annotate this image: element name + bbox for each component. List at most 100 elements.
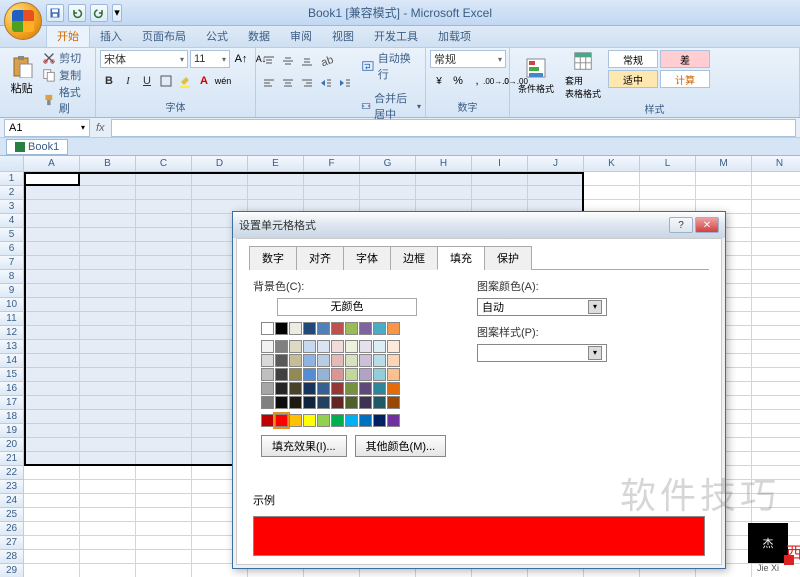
row-header[interactable]: 3: [0, 200, 24, 214]
cell[interactable]: [752, 256, 800, 270]
color-swatch[interactable]: [303, 322, 316, 335]
color-swatch[interactable]: [303, 396, 316, 409]
cell[interactable]: [136, 536, 192, 550]
qat-undo-icon[interactable]: [68, 4, 86, 22]
color-swatch[interactable]: [331, 354, 344, 367]
col-header[interactable]: I: [472, 156, 528, 172]
cell[interactable]: [752, 270, 800, 284]
cell[interactable]: [24, 480, 80, 494]
align-center-icon[interactable]: [279, 74, 297, 92]
color-swatch[interactable]: [345, 382, 358, 395]
qat-dropdown-icon[interactable]: ▾: [112, 4, 122, 22]
ribbon-tab-5[interactable]: 审阅: [280, 25, 322, 47]
wrap-text-button[interactable]: 自动换行: [361, 50, 421, 82]
row-header[interactable]: 11: [0, 312, 24, 326]
color-swatch[interactable]: [331, 322, 344, 335]
cell[interactable]: [80, 480, 136, 494]
color-swatch[interactable]: [359, 340, 372, 353]
cell[interactable]: [752, 298, 800, 312]
row-header[interactable]: 21: [0, 452, 24, 466]
color-swatch[interactable]: [289, 368, 302, 381]
cell[interactable]: [752, 410, 800, 424]
cell[interactable]: [752, 452, 800, 466]
dialog-tab[interactable]: 保护: [484, 246, 532, 270]
qat-redo-icon[interactable]: [90, 4, 108, 22]
cell[interactable]: [80, 522, 136, 536]
cell[interactable]: [24, 536, 80, 550]
color-swatch[interactable]: [373, 368, 386, 381]
cell[interactable]: [80, 508, 136, 522]
paste-button[interactable]: 粘贴: [4, 50, 39, 100]
col-header[interactable]: D: [192, 156, 248, 172]
bold-button[interactable]: B: [100, 72, 118, 90]
indent-dec-icon[interactable]: [317, 74, 335, 92]
row-header[interactable]: 13: [0, 340, 24, 354]
italic-button[interactable]: I: [119, 72, 137, 90]
cell[interactable]: [80, 466, 136, 480]
cell[interactable]: [24, 466, 80, 480]
color-swatch[interactable]: [261, 340, 274, 353]
merge-center-button[interactable]: 合并后居中▾: [361, 90, 421, 122]
color-swatch[interactable]: [275, 368, 288, 381]
align-bottom-icon[interactable]: [298, 52, 316, 70]
color-swatch[interactable]: [303, 354, 316, 367]
cell[interactable]: [136, 564, 192, 577]
color-swatch[interactable]: [387, 382, 400, 395]
color-swatch[interactable]: [387, 414, 400, 427]
color-swatch[interactable]: [373, 382, 386, 395]
cell[interactable]: [80, 536, 136, 550]
cell[interactable]: [752, 508, 800, 522]
color-swatch[interactable]: [275, 322, 288, 335]
color-swatch[interactable]: [373, 396, 386, 409]
cell[interactable]: [752, 424, 800, 438]
color-swatch[interactable]: [345, 414, 358, 427]
dialog-tab[interactable]: 填充: [437, 246, 485, 270]
ribbon-tab-4[interactable]: 数据: [238, 25, 280, 47]
color-swatch[interactable]: [373, 414, 386, 427]
cell[interactable]: [752, 480, 800, 494]
color-swatch[interactable]: [289, 340, 302, 353]
style-calc[interactable]: 计算: [660, 70, 710, 88]
color-swatch[interactable]: [373, 354, 386, 367]
col-header[interactable]: B: [80, 156, 136, 172]
cell[interactable]: [752, 438, 800, 452]
color-swatch[interactable]: [387, 340, 400, 353]
dialog-help-icon[interactable]: ?: [669, 217, 693, 233]
cell[interactable]: [752, 396, 800, 410]
color-swatch[interactable]: [345, 354, 358, 367]
row-header[interactable]: 17: [0, 396, 24, 410]
cut-button[interactable]: 剪切: [42, 50, 91, 66]
active-cell[interactable]: [24, 172, 80, 186]
qat-save-icon[interactable]: [46, 4, 64, 22]
ribbon-tab-0[interactable]: 开始: [46, 24, 90, 47]
cell[interactable]: [136, 508, 192, 522]
name-box[interactable]: A1▾: [4, 119, 90, 137]
color-swatch[interactable]: [359, 414, 372, 427]
color-swatch[interactable]: [331, 414, 344, 427]
ribbon-tab-6[interactable]: 视图: [322, 25, 364, 47]
dialog-tab[interactable]: 对齐: [296, 246, 344, 270]
align-left-icon[interactable]: [260, 74, 278, 92]
color-swatch[interactable]: [331, 396, 344, 409]
row-header[interactable]: 4: [0, 214, 24, 228]
style-bad[interactable]: 差: [660, 50, 710, 68]
font-color-icon[interactable]: A: [195, 72, 213, 90]
row-header[interactable]: 5: [0, 228, 24, 242]
color-swatch[interactable]: [289, 414, 302, 427]
color-swatch[interactable]: [317, 340, 330, 353]
phonetic-icon[interactable]: wén: [214, 72, 232, 90]
dialog-tab[interactable]: 字体: [343, 246, 391, 270]
cell[interactable]: [752, 466, 800, 480]
col-header[interactable]: M: [696, 156, 752, 172]
format-painter-button[interactable]: 格式刷: [42, 84, 91, 116]
indent-inc-icon[interactable]: [336, 74, 354, 92]
cell[interactable]: [136, 550, 192, 564]
color-swatch[interactable]: [331, 368, 344, 381]
cell[interactable]: [584, 186, 640, 200]
row-header[interactable]: 25: [0, 508, 24, 522]
formula-input[interactable]: [111, 119, 796, 137]
pattern-color-combo[interactable]: 自动▾: [477, 298, 607, 316]
color-swatch[interactable]: [373, 322, 386, 335]
ribbon-tab-1[interactable]: 插入: [90, 25, 132, 47]
row-header[interactable]: 6: [0, 242, 24, 256]
